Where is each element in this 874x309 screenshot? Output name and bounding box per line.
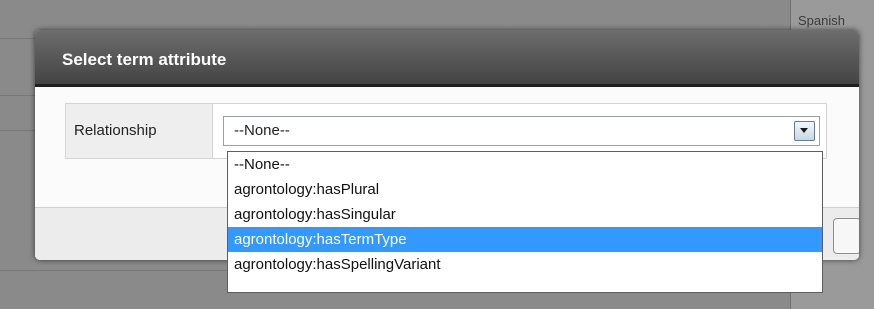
relationship-label-cell: Relationship (66, 104, 213, 158)
relationship-select-value: --None-- (234, 122, 290, 139)
dialog-header[interactable]: Select term attribute (35, 30, 859, 87)
relationship-dropdown-list[interactable]: --None-- agrontology:hasPlural agrontolo… (227, 151, 823, 293)
dropdown-option-has-plural[interactable]: agrontology:hasPlural (228, 177, 822, 202)
relationship-select[interactable]: --None-- (223, 116, 820, 146)
dialog-footer-button[interactable] (833, 218, 859, 254)
dropdown-option-none[interactable]: --None-- (228, 152, 822, 177)
dropdown-option-has-spelling-variant[interactable]: agrontology:hasSpellingVariant (228, 252, 822, 277)
relationship-label: Relationship (74, 122, 157, 139)
dropdown-option-has-term-type[interactable]: agrontology:hasTermType (228, 227, 822, 252)
dialog-title: Select term attribute (62, 50, 227, 69)
dropdown-option-has-singular[interactable]: agrontology:hasSingular (228, 202, 822, 227)
chevron-down-icon[interactable] (794, 121, 815, 141)
